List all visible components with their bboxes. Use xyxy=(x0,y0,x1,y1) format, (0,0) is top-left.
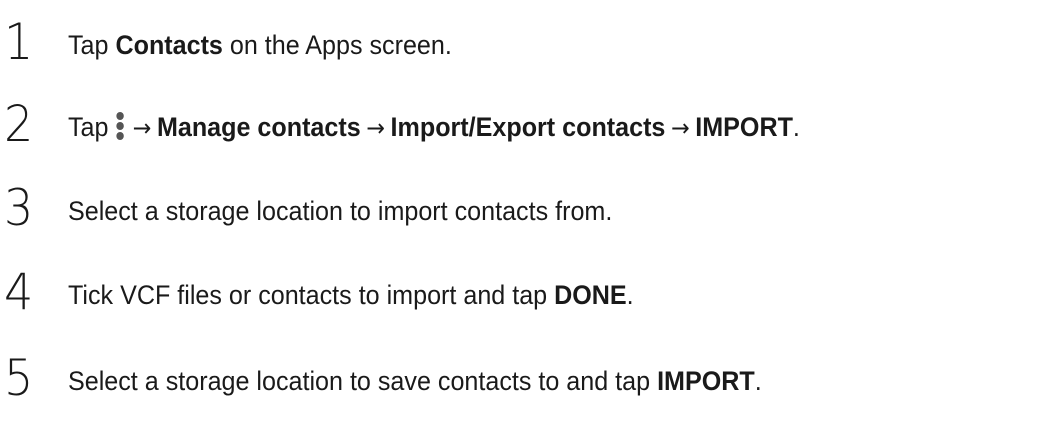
step-text: Tap Contacts on the Apps screen. xyxy=(68,28,452,62)
step-2: 2 Tap → Manage contacts → Import/Export cont… xyxy=(0,96,1040,156)
arrow-icon: → xyxy=(132,114,152,142)
step-number: 3 xyxy=(4,179,33,237)
arrow-icon: → xyxy=(366,114,385,142)
step-text-part: Tap xyxy=(68,30,116,60)
ui-term-import: IMPORT xyxy=(657,366,755,396)
step-text: Tap → Manage contacts → Import/Export contac… xyxy=(68,110,800,145)
step-text-part: Tick VCF files or contacts to import and… xyxy=(68,280,555,310)
step-text-part: . xyxy=(626,280,634,310)
instruction-steps: 1 Tap Contacts on the Apps screen. 2 Tap… xyxy=(0,0,1040,427)
ui-term-import-export-contacts: Import/Export contacts xyxy=(390,112,666,142)
step-text-part: Select a storage location to import cont… xyxy=(68,196,613,226)
arrow-icon: → xyxy=(670,114,690,142)
step-text: Tick VCF files or contacts to import and… xyxy=(68,278,634,312)
step-number: 1 xyxy=(4,13,33,71)
step-text-part: Select a storage location to save contac… xyxy=(68,366,658,396)
step-text: Select a storage location to import cont… xyxy=(68,194,612,228)
step-number: 5 xyxy=(4,349,33,407)
ui-term-done: DONE xyxy=(554,280,627,310)
step-number: 4 xyxy=(4,263,33,321)
step-3: 3 Select a storage location to import co… xyxy=(0,180,1040,240)
step-1: 1 Tap Contacts on the Apps screen. xyxy=(0,14,1040,74)
ui-term-import: IMPORT xyxy=(695,112,793,142)
step-text-part: . xyxy=(792,112,800,142)
ui-term-contacts: Contacts xyxy=(115,30,223,60)
step-4: 4 Tick VCF files or contacts to import a… xyxy=(0,264,1040,324)
step-text-part: on the Apps screen. xyxy=(222,30,452,60)
step-text: Select a storage location to save contac… xyxy=(68,364,762,398)
step-text-part: . xyxy=(754,366,762,396)
more-options-icon xyxy=(114,112,125,140)
ui-term-manage-contacts: Manage contacts xyxy=(156,112,361,142)
step-number: 2 xyxy=(4,95,33,153)
step-text-part: Tap xyxy=(68,112,109,142)
step-5: 5 Select a storage location to save cont… xyxy=(0,350,1040,410)
